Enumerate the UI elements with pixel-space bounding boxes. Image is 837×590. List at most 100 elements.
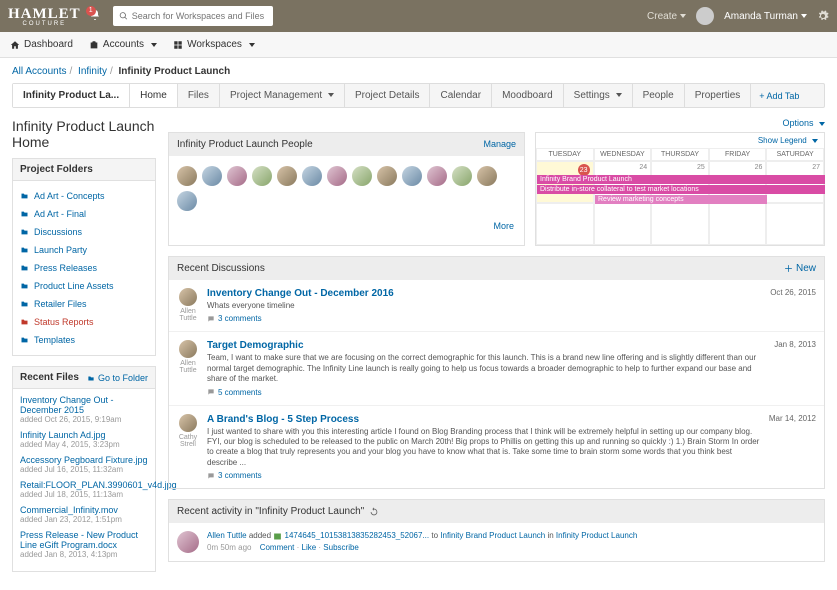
refresh-icon[interactable] — [369, 507, 379, 517]
brand[interactable]: HAMLET COUTURE — [8, 6, 81, 27]
user-name[interactable]: Amanda Turman — [724, 11, 807, 22]
grid-icon — [173, 40, 183, 50]
activity-panel: Recent activity in "Infinity Product Lau… — [168, 499, 825, 562]
cal-day: FRIDAY — [709, 148, 767, 161]
create-menu[interactable]: Create — [647, 11, 686, 22]
cal-cell[interactable] — [766, 203, 824, 245]
avatar[interactable] — [452, 166, 472, 186]
folder-item[interactable]: Templates — [20, 331, 148, 349]
discussion-title[interactable]: Target Demographic — [207, 340, 304, 351]
nav-workspaces[interactable]: Workspaces — [173, 39, 255, 50]
tab-files[interactable]: Files — [178, 84, 220, 107]
avatar[interactable] — [477, 166, 497, 186]
notif-badge: 1 — [86, 6, 96, 16]
tab-project-details[interactable]: Project Details — [345, 84, 430, 107]
discussion-comments[interactable]: 3 comments — [207, 314, 762, 323]
crumb-root[interactable]: All Accounts — [12, 66, 66, 77]
avatar[interactable] — [277, 166, 297, 186]
crumb-acct[interactable]: Infinity — [78, 66, 107, 77]
folder-item[interactable]: Ad Art - Final — [20, 205, 148, 223]
avatar[interactable] — [352, 166, 372, 186]
nav-accounts[interactable]: Accounts — [89, 39, 157, 50]
activity-subscribe[interactable]: Subscribe — [323, 543, 359, 552]
nav-dashboard[interactable]: Dashboard — [10, 39, 73, 50]
folder-icon — [20, 246, 29, 254]
add-tab[interactable]: + Add Tab — [751, 85, 807, 107]
cal-cell[interactable] — [709, 203, 767, 245]
user-avatar[interactable] — [696, 7, 714, 25]
folder-list: Ad Art - ConceptsAd Art - FinalDiscussio… — [20, 187, 148, 349]
avatar[interactable] — [327, 166, 347, 186]
cal-event[interactable]: Review marketing concepts — [595, 195, 767, 204]
cal-cell[interactable]: 23 Infinity Brand Product Launch Distrib… — [536, 161, 594, 203]
cal-cell[interactable] — [651, 203, 709, 245]
tab-calendar[interactable]: Calendar — [430, 84, 492, 107]
topbar: HAMLET COUTURE 1 Create Amanda Turman — [0, 0, 837, 32]
gear-icon[interactable] — [817, 10, 829, 22]
activity-comment[interactable]: Comment — [260, 543, 295, 552]
tab-properties[interactable]: Properties — [685, 84, 752, 107]
avatar[interactable] — [179, 288, 197, 306]
manage-people[interactable]: Manage — [483, 139, 516, 150]
activity-like[interactable]: Like — [302, 543, 317, 552]
discussion-comments[interactable]: 3 comments — [207, 471, 761, 480]
avatar[interactable] — [177, 531, 199, 553]
folder-item[interactable]: Discussions — [20, 223, 148, 241]
activity-target1[interactable]: Infinity Brand Product Launch — [440, 531, 545, 540]
more-people[interactable]: More — [493, 221, 514, 231]
discussion-title[interactable]: Inventory Change Out - December 2016 — [207, 288, 394, 299]
recent-file[interactable]: Infinity Launch Ad.jpgadded May 4, 2015,… — [20, 430, 148, 449]
cal-day: THURSDAY — [651, 148, 709, 161]
tab-project-management[interactable]: Project Management — [220, 84, 345, 107]
recent-file[interactable]: Retail:FLOOR_PLAN.3990601_v4d.jpgadded J… — [20, 480, 148, 499]
tab-home[interactable]: Home — [130, 84, 178, 107]
folder-item[interactable]: Ad Art - Concepts — [20, 187, 148, 205]
options-menu[interactable]: Options — [168, 118, 825, 128]
secondary-nav: Dashboard Accounts Workspaces — [0, 32, 837, 58]
avatar[interactable] — [227, 166, 247, 186]
avatar[interactable] — [302, 166, 322, 186]
tab-settings[interactable]: Settings — [564, 84, 633, 107]
recent-file[interactable]: Accessory Pegboard Fixture.jpgadded Jul … — [20, 455, 148, 474]
folder-item[interactable]: Status Reports — [20, 313, 148, 331]
show-legend[interactable]: Show Legend — [758, 136, 818, 145]
discussion-date: Jan 8, 2013 — [774, 340, 816, 396]
files-list: Inventory Change Out - December 2015adde… — [13, 389, 155, 571]
avatar[interactable] — [202, 166, 222, 186]
activity-user[interactable]: Allen Tuttle — [207, 531, 247, 540]
avatar[interactable] — [377, 166, 397, 186]
search-input[interactable] — [132, 11, 267, 21]
folder-icon — [20, 282, 29, 290]
search-box[interactable] — [113, 6, 273, 26]
activity-file[interactable]: 1474645_10153813835282453_52067... — [285, 531, 430, 540]
go-to-folder[interactable]: Go to Folder — [87, 373, 148, 383]
discussion-title[interactable]: A Brand's Blog - 5 Step Process — [207, 414, 359, 425]
image-icon — [273, 532, 282, 541]
tab-moodboard[interactable]: Moodboard — [492, 84, 564, 107]
cal-cell[interactable] — [594, 203, 652, 245]
recent-file[interactable]: Press Release - New Product Line eGift P… — [20, 530, 148, 559]
discussion-item: Cathy StrellA Brand's Blog - 5 Step Proc… — [169, 406, 824, 489]
activity-target2[interactable]: Infinity Product Launch — [556, 531, 637, 540]
recent-file[interactable]: Inventory Change Out - December 2015adde… — [20, 395, 148, 424]
folder-item[interactable]: Retailer Files — [20, 295, 148, 313]
tab-people[interactable]: People — [633, 84, 685, 107]
avatar[interactable] — [179, 340, 197, 358]
avatar[interactable] — [427, 166, 447, 186]
new-discussion[interactable]: New — [784, 263, 816, 274]
cal-event[interactable]: Infinity Brand Product Launch — [537, 175, 825, 184]
avatar[interactable] — [252, 166, 272, 186]
folder-item[interactable]: Launch Party — [20, 241, 148, 259]
discussion-text: Whats everyone timeline — [207, 301, 762, 311]
avatar[interactable] — [402, 166, 422, 186]
folder-item[interactable]: Press Releases — [20, 259, 148, 277]
notifications[interactable]: 1 — [89, 9, 101, 24]
discussion-comments[interactable]: 5 comments — [207, 388, 766, 397]
avatar[interactable] — [179, 414, 197, 432]
cal-cell[interactable] — [536, 203, 594, 245]
avatar[interactable] — [177, 166, 197, 186]
folder-item[interactable]: Product Line Assets — [20, 277, 148, 295]
avatar[interactable] — [177, 191, 197, 211]
cal-event[interactable]: Distribute in-store collateral to test m… — [537, 185, 825, 194]
tabbar: Infinity Product La... Home Files Projec… — [12, 83, 825, 108]
